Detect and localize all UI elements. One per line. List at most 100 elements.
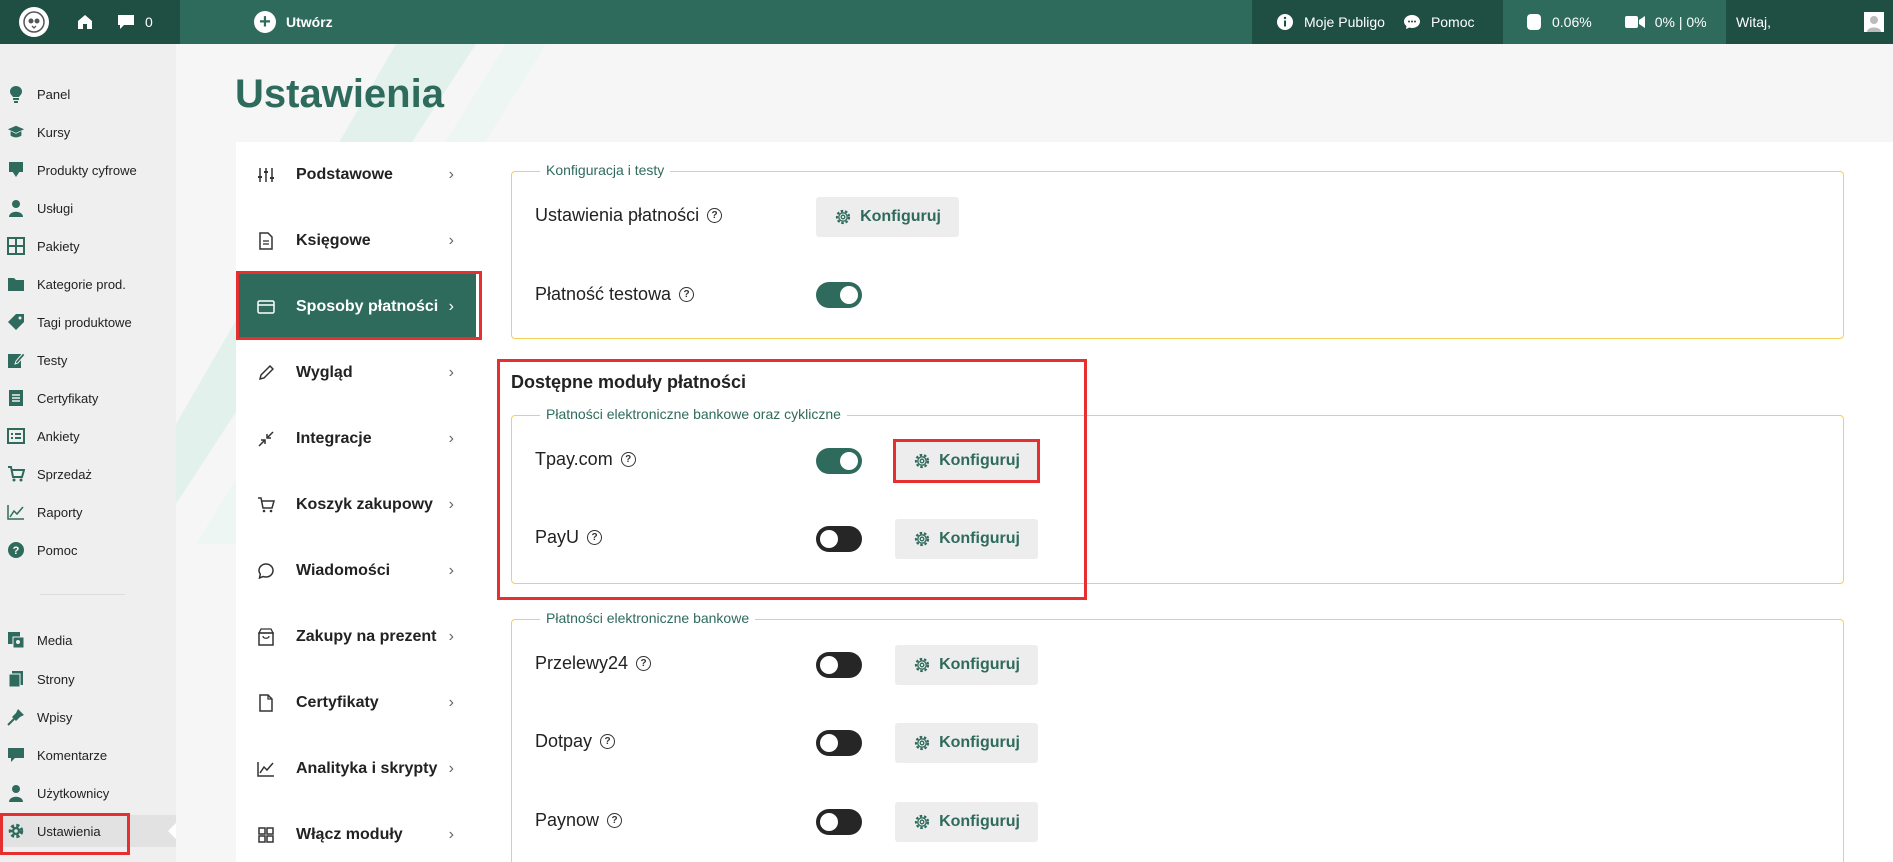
paynow-toggle[interactable] xyxy=(816,809,862,835)
tab-wlacz-moduly[interactable]: Włącz moduły › xyxy=(236,802,476,862)
sidebar-item-tagi[interactable]: Tagi produktowe xyxy=(0,306,176,338)
chart-icon xyxy=(7,503,25,521)
welcome-area[interactable]: Witaj, xyxy=(1726,0,1893,44)
top-bar-left: 0 xyxy=(0,0,180,44)
gear-icon xyxy=(913,734,931,752)
sidebar-item-uslugi[interactable]: Usługi xyxy=(0,192,176,224)
lightbulb-icon xyxy=(7,85,25,103)
grid-icon xyxy=(7,237,25,255)
tab-integracje[interactable]: Integracje › xyxy=(236,406,476,472)
toggle-knob xyxy=(840,286,858,304)
video-usage: 0% | 0% xyxy=(1624,14,1707,30)
help-question-icon[interactable]: ? xyxy=(620,452,636,467)
tab-wyglad[interactable]: Wygląd › xyxy=(236,340,476,406)
help-question-icon[interactable]: ? xyxy=(600,734,616,749)
bank-fieldset: Płatności elektroniczne bankowe xyxy=(511,610,1844,862)
sidebar-item-panel[interactable]: Panel xyxy=(0,78,176,110)
configure-przelewy24-button[interactable]: Konfiguruj xyxy=(895,645,1038,685)
test-payment-toggle[interactable] xyxy=(816,282,862,308)
document-icon xyxy=(256,232,276,250)
payu-row: PayU ? xyxy=(535,527,603,548)
welcome-label: Witaj, xyxy=(1736,14,1771,30)
sidebar-item-ustawienia[interactable]: Ustawienia xyxy=(0,815,176,847)
my-publigo-label: Moje Publigo xyxy=(1304,14,1385,30)
sliders-icon xyxy=(256,167,276,183)
sidebar-item-strony[interactable]: Strony xyxy=(0,663,176,695)
configure-payment-settings-button[interactable]: Konfiguruj xyxy=(816,197,959,237)
info-icon xyxy=(1276,13,1294,31)
payu-toggle[interactable] xyxy=(816,526,862,552)
tpay-toggle[interactable] xyxy=(816,448,862,474)
sidebar-item-sprzedaz[interactable]: Sprzedaż xyxy=(0,458,176,490)
cart-icon xyxy=(7,465,25,483)
sidebar-item-komentarze[interactable]: Komentarze xyxy=(0,739,176,771)
owl-logo-icon[interactable] xyxy=(19,7,49,37)
my-publigo-link[interactable]: Moje Publigo xyxy=(1276,13,1385,31)
configure-paynow-button[interactable]: Konfiguruj xyxy=(895,802,1038,842)
edit-icon xyxy=(7,351,25,369)
bank-recurring-legend: Płatności elektroniczne bankowe oraz cyk… xyxy=(540,406,847,422)
tab-zakupy-na-prezent[interactable]: Zakupy na prezent › xyxy=(236,604,476,670)
video-camera-icon xyxy=(1624,15,1645,29)
tab-analityka[interactable]: Analityka i skrypty › xyxy=(236,736,476,802)
sidebar-item-testy[interactable]: Testy xyxy=(0,344,176,376)
sidebar-item-wpisy[interactable]: Wpisy xyxy=(0,701,176,733)
tag-icon xyxy=(7,313,25,331)
tab-podstawowe[interactable]: Podstawowe › xyxy=(236,142,476,208)
tab-sposoby-platnosci[interactable]: Sposoby płatności › xyxy=(236,274,476,340)
tab-certyfikaty[interactable]: Certyfikaty › xyxy=(236,670,476,736)
create-label: Utwórz xyxy=(286,14,333,30)
sidebar-item-certyfikaty[interactable]: Certyfikaty xyxy=(0,382,176,414)
admin-sidebar: Panel Kursy Produkty cyfrowe Usługi Paki… xyxy=(0,44,176,862)
sidebar-item-kategorie[interactable]: Kategorie prod. xyxy=(0,268,176,300)
config-legend: Konfiguracja i testy xyxy=(540,162,671,178)
gear-icon xyxy=(913,813,931,831)
help-question-icon[interactable]: ? xyxy=(707,208,723,223)
top-bar-links: Moje Publigo Pomoc xyxy=(1252,0,1503,44)
create-button[interactable]: + Utwórz xyxy=(254,11,333,33)
sidebar-item-pomoc[interactable]: ? Pomoc xyxy=(0,534,176,566)
settings-nav: Podstawowe › Księgowe › Sposoby płatnośc… xyxy=(236,142,476,862)
sidebar-item-kursy[interactable]: Kursy xyxy=(0,116,176,148)
configure-dotpay-button[interactable]: Konfiguruj xyxy=(895,723,1038,763)
help-question-icon[interactable]: ? xyxy=(636,656,652,671)
cart-icon xyxy=(256,497,276,513)
sidebar-item-uzytkownicy[interactable]: Użytkownicy xyxy=(0,777,176,809)
sidebar-item-media[interactable]: Media xyxy=(0,624,176,656)
przelewy24-toggle[interactable] xyxy=(816,652,862,678)
file-icon xyxy=(256,694,276,712)
avatar-icon[interactable] xyxy=(1864,12,1884,32)
help-question-icon[interactable]: ? xyxy=(607,813,623,828)
tab-ksiegowe[interactable]: Księgowe › xyxy=(236,208,476,274)
storage-usage: 0.06% xyxy=(1526,13,1592,31)
tab-wiadomosci[interactable]: Wiadomości › xyxy=(236,538,476,604)
comments-link[interactable]: 0 xyxy=(117,14,153,30)
pencil-icon xyxy=(256,365,276,381)
configure-payu-button[interactable]: Konfiguruj xyxy=(895,519,1038,559)
help-question-icon[interactable]: ? xyxy=(679,287,695,302)
help-label: Pomoc xyxy=(1430,14,1475,30)
tab-koszyk-zakupowy[interactable]: Koszyk zakupowy › xyxy=(236,472,476,538)
sidebar-item-pakiety[interactable]: Pakiety xyxy=(0,230,176,262)
question-icon: ? xyxy=(7,541,25,559)
user-icon xyxy=(7,784,25,802)
sidebar-item-produkty-cyfrowe[interactable]: Produkty cyfrowe xyxy=(0,154,176,186)
toggle-knob xyxy=(820,813,838,831)
help-link[interactable]: Pomoc xyxy=(1403,13,1475,31)
comment-icon xyxy=(7,746,25,764)
sidebar-item-ankiety[interactable]: Ankiety xyxy=(0,420,176,452)
chevron-right-icon: › xyxy=(448,430,454,447)
gear-icon xyxy=(834,208,852,226)
chevron-right-icon: › xyxy=(448,562,454,579)
bank-recurring-fieldset: Płatności elektroniczne bankowe oraz cyk… xyxy=(511,406,1844,584)
gear-icon xyxy=(7,822,25,840)
comment-icon xyxy=(117,14,135,30)
home-icon[interactable] xyxy=(76,13,94,31)
help-question-icon[interactable]: ? xyxy=(587,530,603,545)
tpay-row: Tpay.com ? xyxy=(535,449,636,470)
sidebar-item-raporty[interactable]: Raporty xyxy=(0,496,176,528)
dotpay-toggle[interactable] xyxy=(816,730,862,756)
configure-tpay-button[interactable]: Konfiguruj xyxy=(895,441,1038,481)
bank-legend: Płatności elektroniczne bankowe xyxy=(540,610,756,626)
chevron-right-icon: › xyxy=(448,760,454,777)
